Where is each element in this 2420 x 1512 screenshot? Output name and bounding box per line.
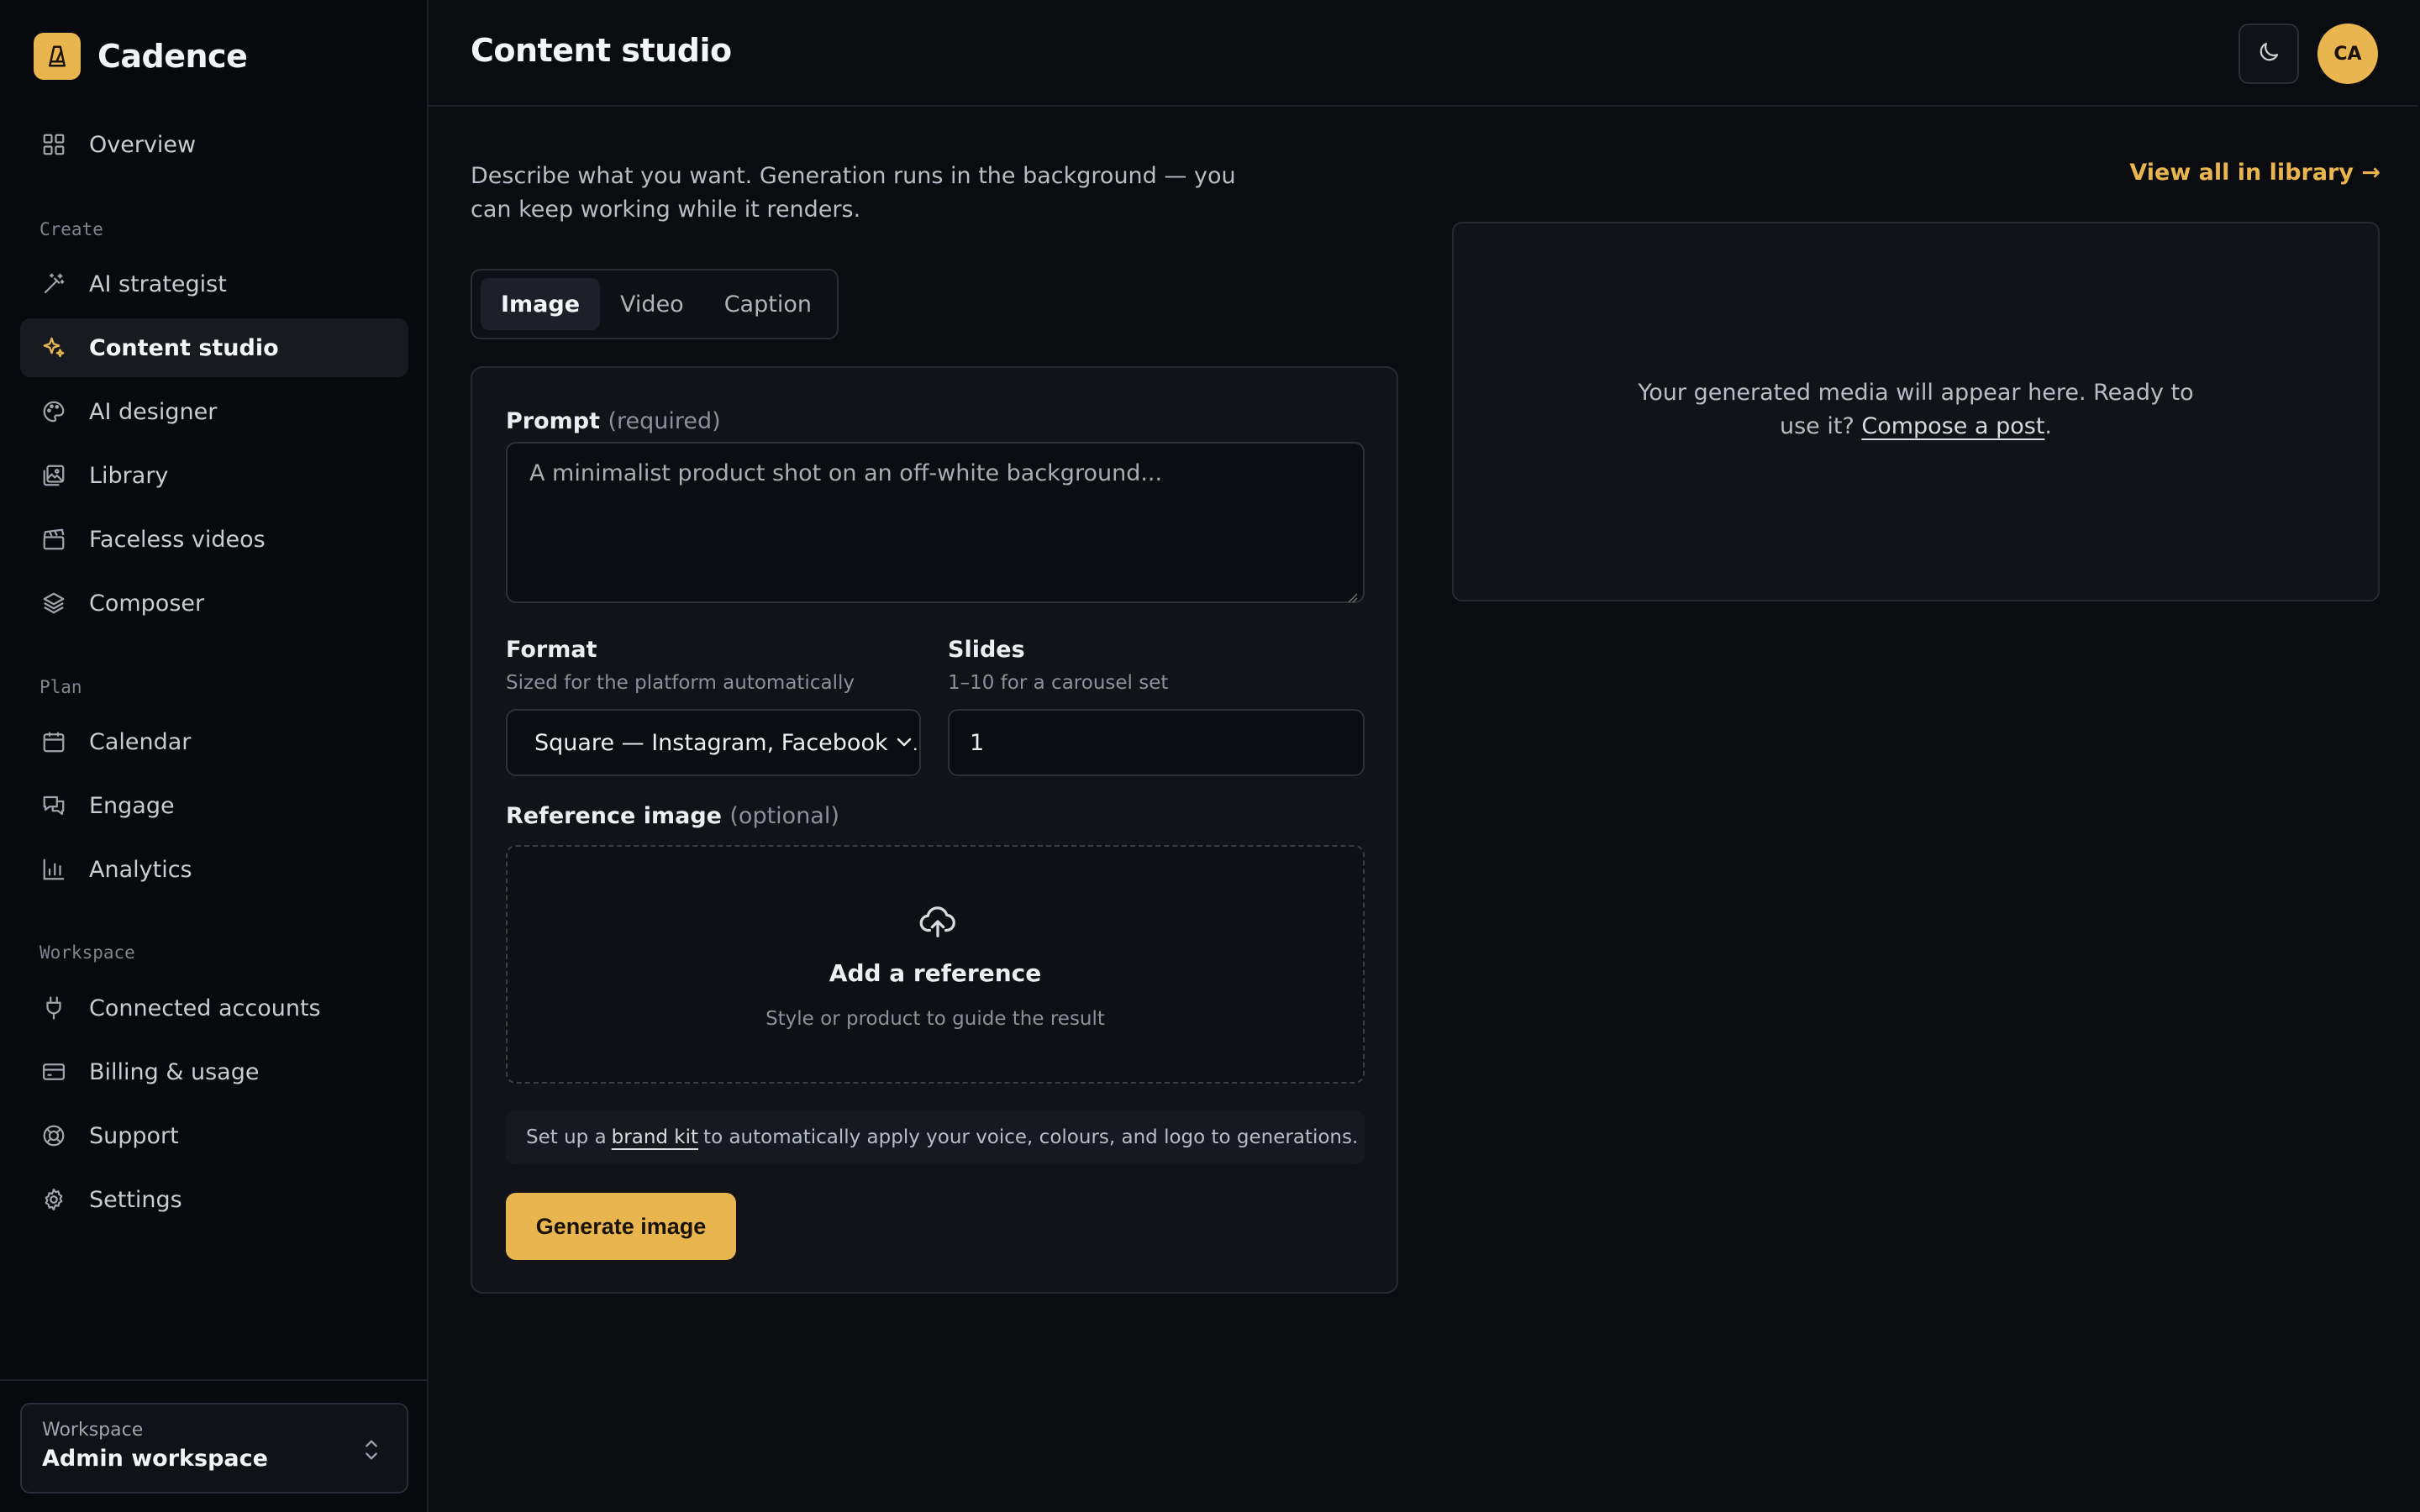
brand-kit-notice: Set up a brand kit to automatically appl… — [506, 1110, 1365, 1164]
page-title: Content studio — [471, 32, 732, 69]
sidebar-item-ai-strategist[interactable]: AI strategist — [20, 255, 408, 313]
slides-input[interactable]: 1 — [948, 709, 1365, 776]
resize-handle-icon[interactable] — [1344, 583, 1358, 603]
slides-hint: 1–10 for a carousel set — [948, 672, 1169, 694]
prompt-required-note: (required) — [608, 408, 721, 434]
sidebar-item-engage[interactable]: Engage — [20, 776, 408, 835]
sidebar-item-ai-designer[interactable]: AI designer — [20, 382, 408, 441]
brand-kit-prefix: Set up a — [526, 1126, 607, 1148]
sidebar-item-label: Library — [89, 462, 169, 489]
sidebar-item-content-studio[interactable]: Content studio — [20, 318, 408, 377]
chat-bubbles-icon — [40, 792, 67, 819]
reference-label: Reference image (optional) — [506, 803, 839, 829]
generation-form: Prompt (required) A minimalist product s… — [471, 366, 1398, 1294]
bar-chart-icon — [40, 856, 67, 883]
layers-icon — [40, 590, 67, 617]
sidebar-item-label: Connected accounts — [89, 995, 321, 1021]
brand[interactable]: Cadence — [34, 33, 248, 80]
sidebar-item-label: Analytics — [89, 856, 192, 883]
workspace-name: Admin workspace — [42, 1446, 268, 1472]
sidebar-item-label: Calendar — [89, 728, 192, 755]
grid-icon — [40, 131, 67, 158]
dropzone-title: Add a reference — [829, 959, 1042, 987]
generate-image-button[interactable]: Generate image — [506, 1193, 736, 1260]
reference-optional-note: (optional) — [729, 803, 839, 829]
workspace-switcher[interactable]: Workspace Admin workspace — [20, 1403, 408, 1494]
sidebar-item-label: AI designer — [89, 398, 218, 425]
calendar-icon — [40, 728, 67, 755]
format-select-value: Square — Instagram, Facebook (1:1) — [534, 729, 921, 756]
tab-caption[interactable]: Caption — [704, 278, 832, 330]
compose-post-link[interactable]: Compose a post — [1861, 413, 2044, 439]
prompt-placeholder: A minimalist product shot on an off-whit… — [529, 460, 1163, 486]
sidebar-item-label: Engage — [89, 792, 175, 819]
reference-image-dropzone[interactable]: Add a reference Style or product to guid… — [506, 845, 1365, 1084]
brand-kit-suffix: to automatically apply your voice, colou… — [703, 1126, 1359, 1148]
sidebar-footer: Workspace Admin workspace — [0, 1379, 429, 1512]
clapperboard-icon — [40, 526, 67, 553]
generated-media-preview: Your generated media will appear here. R… — [1452, 222, 2380, 601]
image-gallery-icon — [40, 462, 67, 489]
plug-icon — [40, 995, 67, 1021]
app-root: Cadence Overview Create AI strategist Co… — [0, 0, 2420, 1512]
avatar[interactable]: CA — [2317, 24, 2378, 84]
sidebar-item-label: Billing & usage — [89, 1058, 260, 1085]
gear-icon — [40, 1186, 67, 1213]
generation-type-tabs: Image Video Caption — [471, 269, 839, 339]
sidebar-item-label: Composer — [89, 590, 205, 617]
metronome-logo-icon — [34, 33, 81, 80]
format-label: Format — [506, 637, 597, 663]
lifebuoy-icon — [40, 1122, 67, 1149]
top-bar: Content studio CA — [429, 0, 2418, 107]
preview-empty-text: Your generated media will appear here. R… — [1622, 376, 2210, 444]
sidebar-item-composer[interactable]: Composer — [20, 574, 408, 633]
sidebar-item-billing[interactable]: Billing & usage — [20, 1042, 408, 1101]
reference-label-text: Reference image — [506, 803, 722, 829]
prompt-input[interactable]: A minimalist product shot on an off-whit… — [506, 442, 1365, 603]
sparkles-icon — [40, 334, 67, 361]
credit-card-icon — [40, 1058, 67, 1085]
prompt-label: Prompt (required) — [506, 408, 721, 434]
sidebar-item-library[interactable]: Library — [20, 446, 408, 505]
brand-kit-link[interactable]: brand kit — [612, 1126, 698, 1148]
preview-period: . — [2044, 413, 2052, 439]
cloud-upload-icon — [918, 902, 957, 941]
tab-image[interactable]: Image — [481, 278, 601, 330]
sidebar-item-calendar[interactable]: Calendar — [20, 712, 408, 771]
prompt-label-text: Prompt — [506, 408, 601, 434]
brand-name: Cadence — [97, 38, 248, 75]
sidebar-item-label: Faceless videos — [89, 526, 266, 553]
tab-video[interactable]: Video — [600, 278, 704, 330]
view-all-in-library-link[interactable]: View all in library → — [2129, 160, 2381, 186]
intro-text: Describe what you want. Generation runs … — [471, 163, 1236, 223]
format-hint: Sized for the platform automatically — [506, 672, 855, 694]
slides-label: Slides — [948, 637, 1025, 663]
moon-icon — [2256, 39, 2281, 68]
sidebar-item-connected-accounts[interactable]: Connected accounts — [20, 979, 408, 1037]
dropzone-subtitle: Style or product to guide the result — [765, 1008, 1105, 1030]
section-label-plan: Plan — [39, 677, 82, 697]
sidebar-item-label: AI strategist — [89, 270, 227, 297]
sidebar-item-label: Support — [89, 1122, 179, 1149]
sidebar-item-label: Settings — [89, 1186, 182, 1213]
sidebar-item-settings[interactable]: Settings — [20, 1170, 408, 1229]
magic-wand-icon — [40, 270, 67, 297]
palette-icon — [40, 398, 67, 425]
sidebar-item-label: Overview — [89, 131, 197, 158]
chevron-up-down-icon — [360, 1436, 383, 1463]
section-label-create: Create — [39, 219, 103, 239]
sidebar-item-analytics[interactable]: Analytics — [20, 840, 408, 899]
theme-toggle-button[interactable] — [2238, 24, 2299, 84]
section-label-workspace: Workspace — [39, 942, 135, 963]
main-content: Content studio CA Describe what you want… — [429, 0, 2420, 1512]
sidebar-item-support[interactable]: Support — [20, 1106, 408, 1165]
format-select[interactable]: Square — Instagram, Facebook (1:1) — [506, 709, 921, 776]
sidebar-item-label: Content studio — [89, 334, 279, 361]
sidebar-item-faceless-videos[interactable]: Faceless videos — [20, 510, 408, 569]
chevron-down-icon — [894, 731, 914, 754]
sidebar-item-overview[interactable]: Overview — [20, 115, 408, 174]
sidebar: Cadence Overview Create AI strategist Co… — [0, 0, 429, 1512]
workspace-switcher-label: Workspace — [42, 1420, 144, 1441]
slides-value: 1 — [970, 729, 985, 756]
